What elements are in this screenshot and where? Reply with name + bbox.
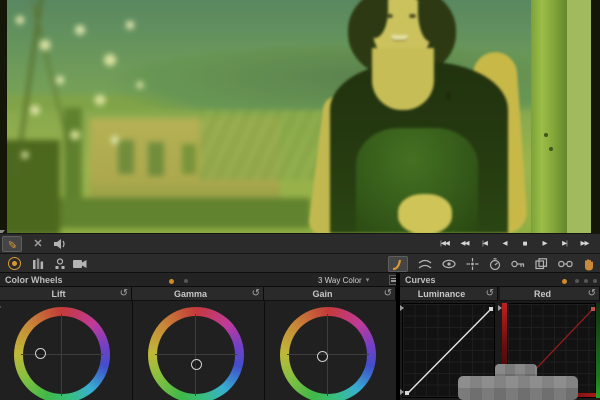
rewind-button[interactable]: ◀◀ [457, 237, 472, 251]
tracker-icon[interactable] [466, 258, 479, 270]
curves-tool-button[interactable] [388, 256, 408, 272]
red-label: Red [500, 289, 585, 299]
jump-start-button[interactable]: |◀◀ [437, 237, 452, 251]
color-grading-app: ✎ ✕ |◀◀ ◀◀ |◀ ◀ ■ ▶ ▶| ▶▶ [0, 0, 600, 400]
luminance-edge-marker-bottom[interactable] [400, 389, 404, 395]
camera-icon [73, 259, 87, 269]
green-curve-gradient-strip [596, 303, 600, 398]
luminance-handle-low[interactable] [405, 391, 409, 395]
color-picker-icon: ✎ [6, 239, 19, 248]
chevron-down-icon: ▾ [366, 276, 370, 284]
grade-tools [388, 254, 600, 274]
curves-tool-icon [392, 258, 405, 270]
play-reverse-button[interactable]: ◀ [497, 237, 512, 251]
luminance-edge-marker-top[interactable] [400, 305, 404, 311]
wheels-page-dot-active[interactable] [169, 279, 174, 284]
eye-icon[interactable] [442, 258, 456, 270]
gain-header: Gain ↺ [264, 287, 396, 301]
luminance-header: Luminance ↺ [400, 287, 498, 301]
copy-grade-icon[interactable] [535, 258, 548, 270]
transport-controls: |◀◀ ◀◀ |◀ ◀ ■ ▶ ▶| ▶▶ [437, 234, 592, 254]
lift-label: Lift [0, 289, 117, 299]
presenter-woman [0, 0, 600, 233]
curves-page-dot[interactable] [575, 279, 579, 283]
gamma-label: Gamma [132, 289, 249, 299]
gamma-reset-icon[interactable]: ↺ [252, 288, 260, 300]
palette-toolbar [0, 253, 600, 273]
node-graph-icon [54, 258, 66, 270]
lift-indicator[interactable] [35, 348, 46, 359]
key-icon[interactable] [511, 258, 525, 270]
censor-mosaic [458, 376, 578, 400]
lift-reset-icon[interactable]: ↺ [120, 288, 128, 300]
color-correction-icon [12, 261, 17, 266]
mode-dropdown-value: 3 Way Color [318, 276, 362, 285]
luminance-handle-high[interactable] [489, 307, 493, 311]
lapel-mic [447, 92, 450, 100]
gamma-indicator[interactable] [191, 359, 202, 370]
red-edge-marker-top[interactable] [498, 305, 502, 311]
gain-label: Gain [264, 289, 381, 299]
lift-wheel[interactable] [14, 307, 110, 400]
color-picker-button[interactable]: ✎ [2, 236, 22, 252]
video-preview [0, 0, 600, 233]
mode-dropdown[interactable]: 3 Way Color ▾ [318, 274, 369, 286]
luminance-reset-icon[interactable]: ↺ [486, 288, 494, 300]
camera-button[interactable] [70, 256, 90, 272]
panel-header-row: Color Wheels 3 Way Color ▾ Curves [0, 273, 600, 287]
window-post [531, 0, 567, 233]
viewer-toolbar: ✎ ✕ |◀◀ ◀◀ |◀ ◀ ■ ▶ ▶| ▶▶ [0, 233, 600, 253]
play-button[interactable]: ▶ [537, 237, 552, 251]
step-back-button[interactable]: |◀ [477, 237, 492, 251]
curves-page-dot[interactable] [593, 279, 597, 283]
red-header: Red ↺ [500, 287, 600, 301]
primaries-icon[interactable] [418, 258, 432, 270]
fast-forward-button[interactable]: ▶▶ [577, 237, 592, 251]
ab-switch-icon: ✕ [33, 239, 42, 250]
curves-title: Curves [405, 275, 436, 285]
wheels-page-dot[interactable] [184, 279, 188, 283]
step-forward-button[interactable]: ▶| [557, 237, 572, 251]
red-handle-high[interactable] [591, 307, 595, 311]
gain-wheel[interactable] [280, 307, 376, 400]
scopes-button[interactable] [28, 256, 48, 272]
stop-button[interactable]: ■ [517, 237, 532, 251]
gain-reset-icon[interactable]: ↺ [384, 288, 392, 300]
hand-grab-icon[interactable] [583, 258, 594, 271]
gamma-header: Gamma ↺ [132, 287, 264, 301]
curves-page-dot[interactable] [584, 279, 588, 283]
speaker-icon [54, 238, 67, 250]
nodes-button[interactable] [50, 256, 70, 272]
color-wheels-title: Color Wheels [5, 275, 63, 285]
stereo-link-icon[interactable] [558, 258, 573, 270]
gain-indicator[interactable] [317, 351, 328, 362]
lift-header: Lift ↺ [0, 287, 132, 301]
subheader-row: Lift ↺ Gamma ↺ Gain ↺ Luminance ↺ Red ↺ [0, 287, 600, 301]
scopes-mixer-icon [32, 258, 44, 270]
red-reset-icon[interactable]: ↺ [588, 288, 596, 300]
gamma-wheel[interactable] [148, 307, 244, 400]
curves-page-dot-active[interactable] [562, 279, 567, 284]
ab-switch-button[interactable]: ✕ [28, 236, 48, 252]
stopwatch-icon[interactable] [489, 258, 501, 270]
luminance-label: Luminance [400, 289, 483, 299]
color-correction-button[interactable] [8, 257, 21, 270]
color-wheels-panel [0, 301, 396, 400]
audio-button[interactable] [50, 236, 70, 252]
